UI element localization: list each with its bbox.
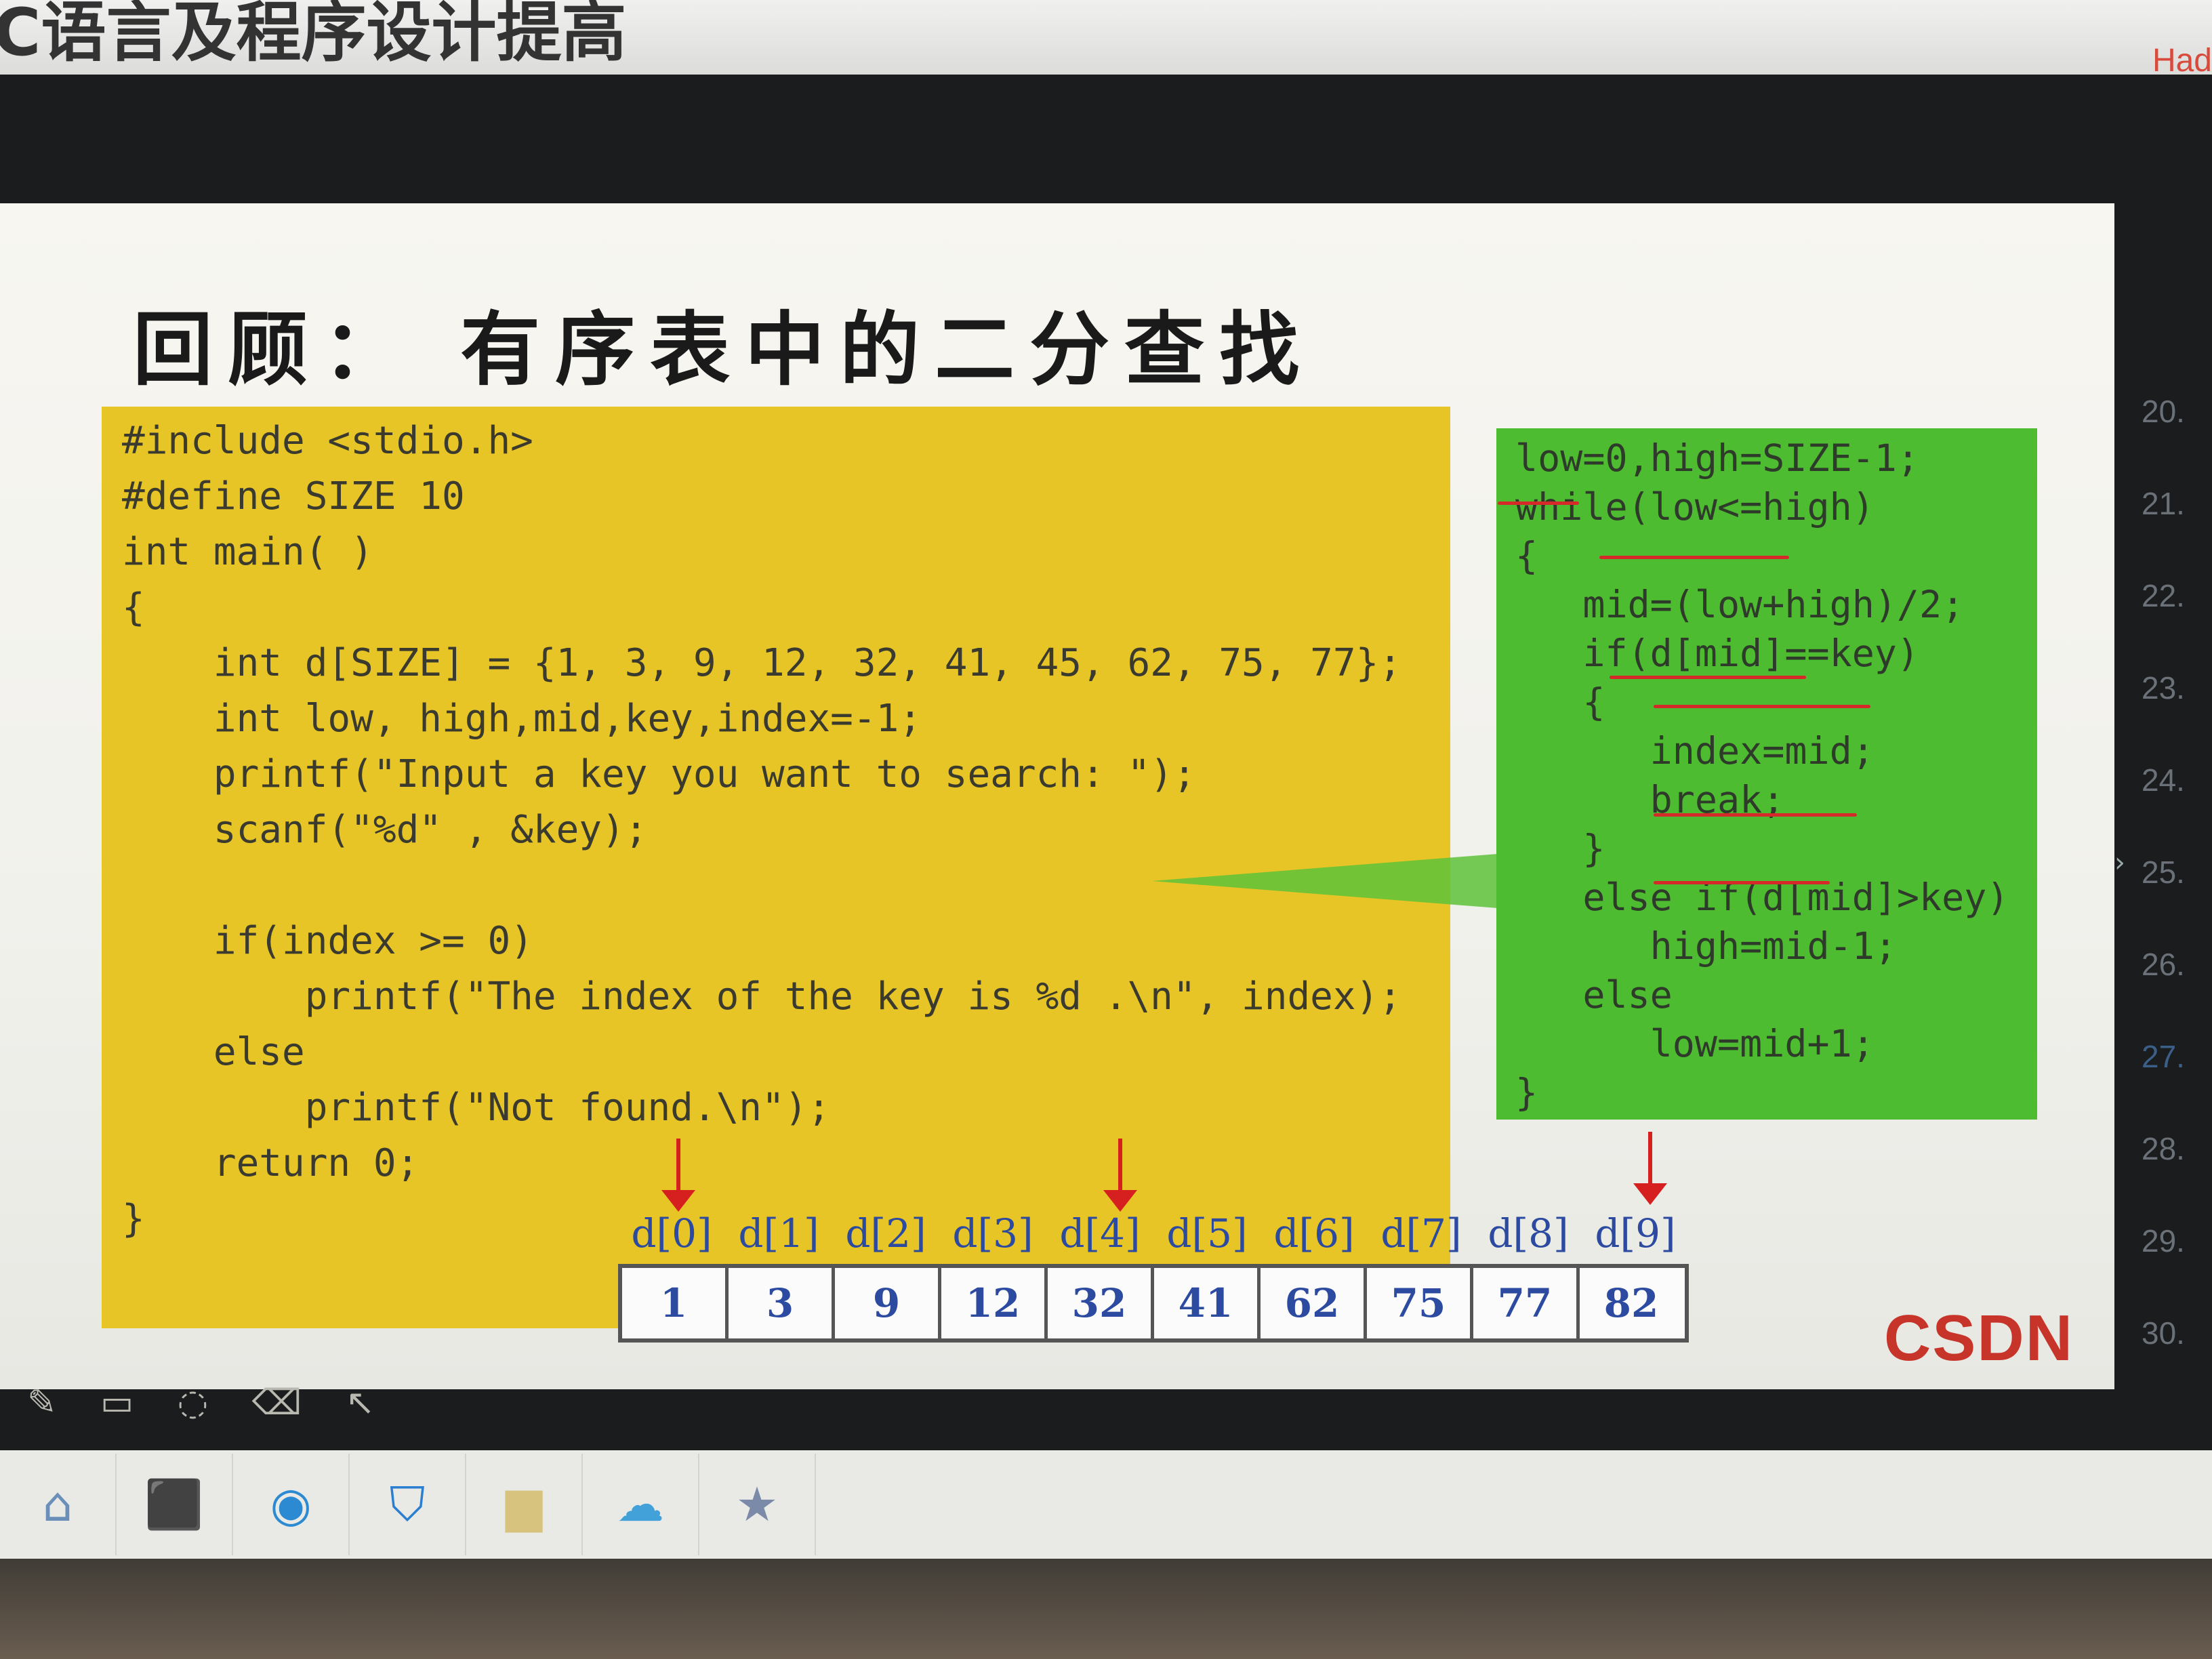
pen-toolbar[interactable]: ✎ ▭ ◌ ⌫ ↖	[27, 1382, 391, 1423]
taskbar-button[interactable]: ☁	[583, 1454, 699, 1555]
array-index-label: d[1]	[738, 1210, 819, 1256]
slide-thumbnail-number[interactable]: 27.	[2142, 1038, 2212, 1130]
array-cell: 1	[622, 1268, 729, 1338]
arrow-down-icon	[1633, 1132, 1667, 1205]
security-shield-icon: ⛉	[389, 1476, 426, 1532]
taskbar-button[interactable]: ⌂	[0, 1454, 117, 1555]
arrow-down-icon	[661, 1139, 695, 1212]
slide-thumbnail-number[interactable]: 30.	[2142, 1315, 2212, 1407]
slide-thumbnail-number[interactable]: 24.	[2142, 762, 2212, 854]
array-value-row: 1 3 9 12 32 41 62 75 77 82	[618, 1264, 1689, 1343]
array-cell: 41	[1154, 1268, 1261, 1338]
array-index-label: d[3]	[952, 1210, 1033, 1256]
arrow-down-icon	[1103, 1139, 1137, 1212]
taskbar-button[interactable]: ⬛	[117, 1454, 233, 1555]
main-code-text: #include <stdio.h> #define SIZE 10 int m…	[122, 419, 1402, 1241]
array-cell: 75	[1367, 1268, 1473, 1338]
slide-thumbnail-number[interactable]: 20.	[2142, 393, 2212, 485]
slide: 回顾： 有序表中的二分查找 #include <stdio.h> #define…	[0, 203, 2114, 1389]
array-cell: 32	[1048, 1268, 1154, 1338]
array-cell: 62	[1261, 1268, 1367, 1338]
slide-thumbnail-number[interactable]: 23.	[2142, 670, 2212, 762]
array-table: d[0] d[1] d[2] d[3] d[4] d[5] d[6] d[7] d[8] d[9]…	[618, 1203, 1689, 1343]
chevron-right-icon[interactable]: ›	[2114, 847, 2125, 878]
taskbar: ⌂ ⬛ ◉ ⛉ ▆ ☁ ★	[0, 1450, 2212, 1559]
array-index-label: d[4]	[1059, 1210, 1141, 1256]
annotation-underline	[1599, 556, 1789, 559]
array-cell: 3	[729, 1268, 835, 1338]
annotation-underline	[1654, 881, 1830, 884]
array-index-row: d[0] d[1] d[2] d[3] d[4] d[5] d[6] d[7] d[8] d[9]	[618, 1203, 1689, 1264]
pdf-reader-icon: ⬛	[144, 1476, 204, 1532]
folder-icon: ▆	[506, 1477, 542, 1532]
csdn-logo: CSDN	[1884, 1302, 2074, 1374]
array-cell: 9	[835, 1268, 941, 1338]
slide-thumbnail-number[interactable]: 29.	[2142, 1223, 2212, 1315]
array-cell: 82	[1603, 1280, 1659, 1326]
array-index-label: d[8]	[1488, 1210, 1569, 1256]
slide-number-list: 20. 21. 22. 23. 24. 25. 26. 27. 28. 29. 30.	[2142, 393, 2212, 1407]
home-icon: ⌂	[42, 1477, 73, 1532]
search-code-text: low=0,high=SIZE-1; while(low<=high) { mi…	[1515, 436, 2009, 1114]
callout-pointer	[1152, 854, 1498, 908]
array-index-label: d[2]	[845, 1210, 926, 1256]
favorites-star-icon: ★	[735, 1477, 779, 1532]
taskbar-button[interactable]: ◉	[233, 1454, 350, 1555]
taskbar-button[interactable]: ⛉	[350, 1454, 466, 1555]
array-index-label: d[9]	[1595, 1210, 1676, 1256]
cloud-sync-icon: ☁	[617, 1477, 664, 1532]
search-code-block: low=0,high=SIZE-1; while(low<=high) { mi…	[1496, 428, 2037, 1120]
annotation-underline	[1498, 501, 1579, 505]
slide-thumbnail-number[interactable]: 28.	[2142, 1130, 2212, 1223]
array-index-label: d[5]	[1166, 1210, 1248, 1256]
slide-thumbnail-number[interactable]: 25.	[2142, 854, 2212, 946]
slide-thumbnail-number[interactable]: 21.	[2142, 485, 2212, 577]
array-index-label: d[7]	[1380, 1210, 1462, 1256]
slide-thumbnail-number[interactable]: 26.	[2142, 946, 2212, 1038]
browser-icon: ◉	[270, 1477, 312, 1532]
array-index-label: d[0]	[631, 1210, 712, 1256]
user-name[interactable]: Had	[2152, 42, 2212, 79]
array-index-label: d[6]	[1273, 1210, 1355, 1256]
desk-background	[0, 1559, 2212, 1659]
course-title: C语言及程序设计提高	[0, 0, 627, 70]
annotation-underline	[1654, 813, 1857, 817]
array-cell: 12	[941, 1268, 1048, 1338]
taskbar-button[interactable]: ▆	[466, 1454, 583, 1555]
taskbar-button[interactable]: ★	[699, 1454, 816, 1555]
slide-thumbnail-number[interactable]: 22.	[2142, 577, 2212, 670]
slide-title: 回顾： 有序表中的二分查找	[133, 302, 1315, 396]
annotation-underline	[1610, 676, 1806, 679]
annotation-underline	[1654, 705, 1870, 708]
window-header: C语言及程序设计提高 Had	[0, 0, 2212, 79]
array-cell: 77	[1473, 1268, 1580, 1338]
